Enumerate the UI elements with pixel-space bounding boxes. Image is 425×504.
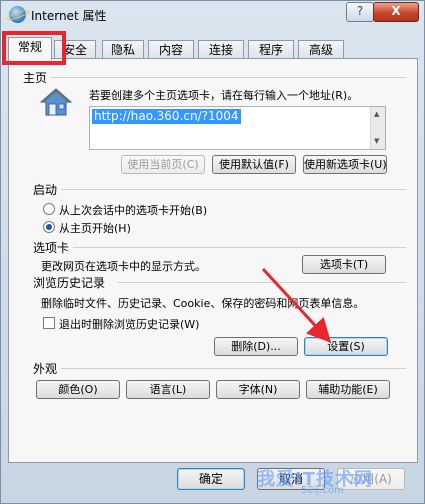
startup-divider xyxy=(61,189,406,190)
tab-content[interactable]: 内容 xyxy=(148,40,194,59)
radio-last-session[interactable] xyxy=(43,203,55,215)
internet-explorer-icon xyxy=(9,6,26,23)
tab-privacy[interactable]: 隐私 xyxy=(102,40,144,59)
tab-highlight-box xyxy=(2,31,66,65)
internet-properties-dialog: Internet 属性 ? X 常规 安全 隐私 内容 连接 程序 高级 主页 … xyxy=(0,0,425,504)
tabs-button[interactable]: 选项卡(T) xyxy=(302,255,386,274)
tabs-divider xyxy=(73,247,406,248)
watermark-subtext: 52ij.com xyxy=(301,485,344,496)
use-default-button[interactable]: 使用默认值(F) xyxy=(212,155,296,174)
tabs-description: 更改网页在选项卡中的显示方式。 xyxy=(41,260,206,273)
tab-connections[interactable]: 连接 xyxy=(198,40,244,59)
languages-button[interactable]: 语言(L) xyxy=(126,380,210,399)
radio-last-session-label: 从上次会话中的选项卡开始(B) xyxy=(59,204,208,217)
homepage-url-input[interactable]: http://hao.360.cn/?1004 ▲ ▼ xyxy=(89,106,386,150)
url-scrollbar[interactable]: ▲ ▼ xyxy=(370,107,385,149)
ok-button[interactable]: 确定 xyxy=(177,468,245,490)
close-button[interactable]: X xyxy=(373,2,419,22)
home-section-label: 主页 xyxy=(23,71,48,85)
history-description: 删除临时文件、历史记录、Cookie、保存的密码和网页表单信息。 xyxy=(41,297,365,310)
radio-home-page-label: 从主页开始(H) xyxy=(59,222,131,235)
scroll-up-icon[interactable]: ▲ xyxy=(374,110,379,118)
delete-on-exit-label: 退出时删除浏览历史记录(W) xyxy=(59,318,200,331)
appearance-section-label: 外观 xyxy=(33,362,58,376)
delete-history-button[interactable]: 删除(D)... xyxy=(214,337,298,356)
accessibility-button[interactable]: 辅助功能(E) xyxy=(306,380,390,399)
title-bar: Internet 属性 ? X xyxy=(1,1,424,29)
scroll-down-icon[interactable]: ▼ xyxy=(374,137,379,145)
tabs-section-label: 选项卡 xyxy=(33,241,70,255)
startup-section-label: 启动 xyxy=(33,183,58,197)
tab-advanced[interactable]: 高级 xyxy=(298,40,344,59)
tab-programs[interactable]: 程序 xyxy=(248,40,294,59)
appearance-divider xyxy=(61,368,406,369)
window-title: Internet 属性 xyxy=(31,9,107,23)
delete-on-exit-checkbox[interactable] xyxy=(43,317,55,329)
history-settings-button[interactable]: 设置(S) xyxy=(304,337,388,356)
colors-button[interactable]: 颜色(O) xyxy=(36,380,120,399)
use-current-button[interactable]: 使用当前页(C) xyxy=(121,155,205,174)
general-tab-panel: 主页 若要创建多个主页选项卡，请在每行输入一个地址(R)。 http://hao… xyxy=(8,58,418,463)
fonts-button[interactable]: 字体(N) xyxy=(216,380,300,399)
radio-home-page[interactable] xyxy=(43,221,55,233)
home-divider xyxy=(51,77,406,78)
use-new-tab-button[interactable]: 使用新选项卡(U) xyxy=(303,155,387,174)
home-instruction: 若要创建多个主页选项卡，请在每行输入一个地址(R)。 xyxy=(89,89,359,102)
history-section-label: 浏览历史记录 xyxy=(33,276,106,290)
house-icon xyxy=(39,88,73,116)
help-button[interactable]: ? xyxy=(346,2,374,22)
homepage-url-text: http://hao.360.cn/?1004 xyxy=(92,109,241,124)
tab-strip: 常规 安全 隐私 内容 连接 程序 高级 xyxy=(8,37,418,60)
history-divider xyxy=(117,282,406,283)
